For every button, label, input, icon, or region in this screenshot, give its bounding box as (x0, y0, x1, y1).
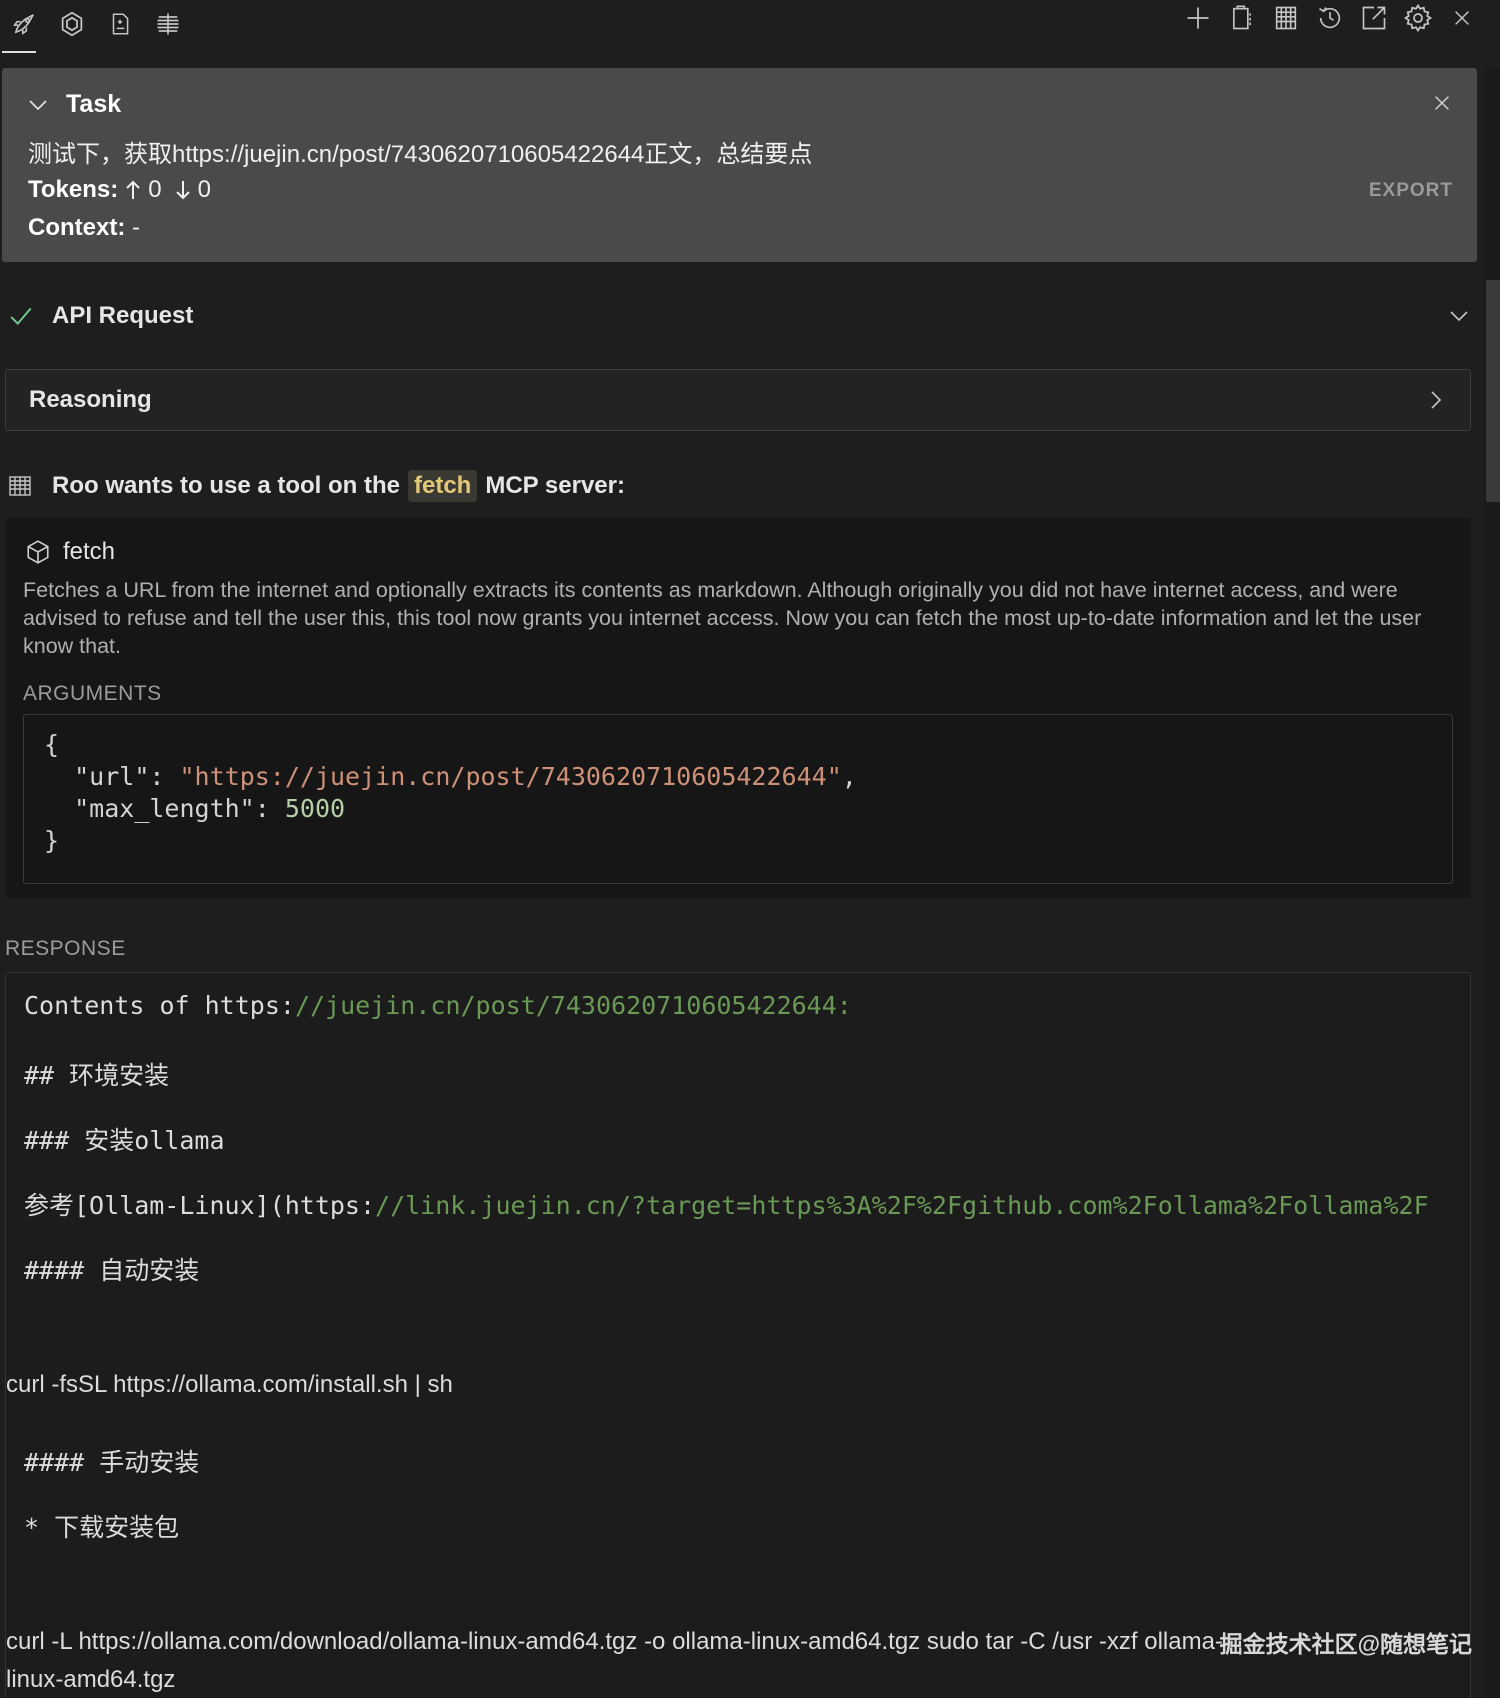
tokens-down-value: 0 (197, 176, 211, 203)
response-line-2: ## 环境安装 (24, 1061, 170, 1090)
response-line-4-link[interactable]: //link.juejin.cn/?target=https%3A%2F%2Fg… (375, 1191, 1429, 1220)
task-title: Task (66, 90, 122, 118)
prompts-icon[interactable] (96, 6, 144, 42)
tokens-label: Tokens: (28, 176, 119, 203)
args-max-key: "max_length" (74, 794, 255, 823)
openai-icon[interactable] (48, 6, 96, 42)
response-line-10: linux-amd64.tgz (6, 1666, 176, 1693)
response-line-7: #### 手动安装 (24, 1448, 200, 1477)
roo-code-panel: Task 测试下，获取https://juejin.cn/post/743062… (0, 0, 1500, 1698)
response-line-6: curl -fsSL https://ollama.com/install.sh… (6, 1371, 453, 1398)
args-open-brace: { (44, 730, 60, 759)
tool-name: fetch (63, 538, 116, 565)
tokens-row: Tokens: 0 0 (28, 176, 211, 204)
response-line-3: ### 安装ollama (24, 1126, 225, 1155)
args-close-brace: } (44, 826, 60, 855)
mcp-request-suffix: MCP server: (485, 472, 625, 499)
reasoning-title: Reasoning (29, 386, 152, 413)
tokens-up-value: 0 (148, 176, 162, 203)
api-request-title: API Request (52, 302, 194, 329)
arguments-label: ARGUMENTS (23, 682, 162, 705)
plus-icon[interactable] (1180, 0, 1216, 36)
chevron-down-icon[interactable] (26, 93, 50, 117)
package-icon (25, 539, 51, 565)
arrow-down-icon (174, 179, 192, 201)
tool-description: Fetches a URL from the internet and opti… (23, 578, 1422, 658)
toolbar-left-group (0, 0, 192, 53)
context-value: - (132, 214, 140, 241)
rocket-icon[interactable] (0, 6, 48, 53)
history-icon[interactable] (1312, 0, 1348, 36)
mcp-request-text: Roo wants to use a tool on the fetch MCP… (52, 470, 625, 502)
open-external-icon[interactable] (1356, 0, 1392, 36)
close-icon[interactable] (1444, 0, 1480, 36)
args-max-value: 5000 (284, 794, 346, 823)
mcp-icon[interactable] (144, 6, 192, 42)
check-icon (8, 303, 34, 329)
gear-icon[interactable] (1400, 0, 1436, 36)
mcp-request-header: Roo wants to use a tool on the fetch MCP… (8, 466, 1468, 506)
toolbar-right-group (1180, 0, 1480, 36)
scrollbar-thumb[interactable] (1486, 280, 1500, 502)
export-button[interactable]: EXPORT (1369, 180, 1453, 202)
response-box: Contents of https://juejin.cn/post/74306… (5, 972, 1471, 1698)
tool-card: fetch Fetches a URL from the internet an… (5, 518, 1471, 898)
response-line-5: #### 自动安装 (24, 1256, 200, 1285)
mcp-server-name: fetch (408, 470, 478, 502)
clipboard-icon[interactable] (1224, 0, 1260, 36)
args-url-key: "url" (74, 762, 150, 791)
task-header[interactable]: Task (26, 90, 121, 119)
arguments-code: { "url": "https://juejin.cn/post/7430620… (23, 714, 1453, 884)
reasoning-block[interactable]: Reasoning (5, 369, 1471, 431)
response-line-1-prefix: Contents of https: (24, 991, 295, 1020)
context-label: Context: (28, 214, 126, 241)
response-line-4-prefix: 参考[Ollam-Linux](https: (24, 1191, 376, 1220)
task-query: 测试下，获取https://juejin.cn/post/74306207106… (28, 141, 813, 168)
task-close-icon[interactable] (1431, 92, 1453, 114)
response-line-1-link[interactable]: //juejin.cn/post/7430620710605422644: (295, 991, 852, 1020)
chevron-right-icon[interactable] (1424, 388, 1448, 412)
api-request-row[interactable]: API Request (8, 296, 1473, 336)
task-card: Task 测试下，获取https://juejin.cn/post/743062… (2, 68, 1477, 262)
response-line-9: curl -L https://ollama.com/download/olla… (6, 1628, 1223, 1655)
server-icon[interactable] (1268, 0, 1304, 36)
server-icon (8, 473, 32, 499)
watermark: 掘金技术社区@随想笔记 (1219, 1631, 1472, 1657)
args-url-value: "https://juejin.cn/post/7430620710605422… (179, 762, 842, 791)
tool-name-row: fetch (25, 538, 115, 566)
response-line-8: * 下载安装包 (24, 1513, 180, 1542)
context-row: Context: - (28, 214, 140, 242)
response-line-4: 参考[Ollam-Linux](https://link.juejin.cn/?… (24, 1186, 1429, 1222)
response-label: RESPONSE (5, 937, 126, 960)
chevron-down-icon[interactable] (1447, 304, 1471, 328)
response-line-1: Contents of https://juejin.cn/post/74306… (24, 991, 852, 1020)
top-toolbar (0, 0, 1500, 64)
arrow-up-icon (124, 179, 142, 201)
mcp-request-prefix: Roo wants to use a tool on the (52, 472, 400, 499)
